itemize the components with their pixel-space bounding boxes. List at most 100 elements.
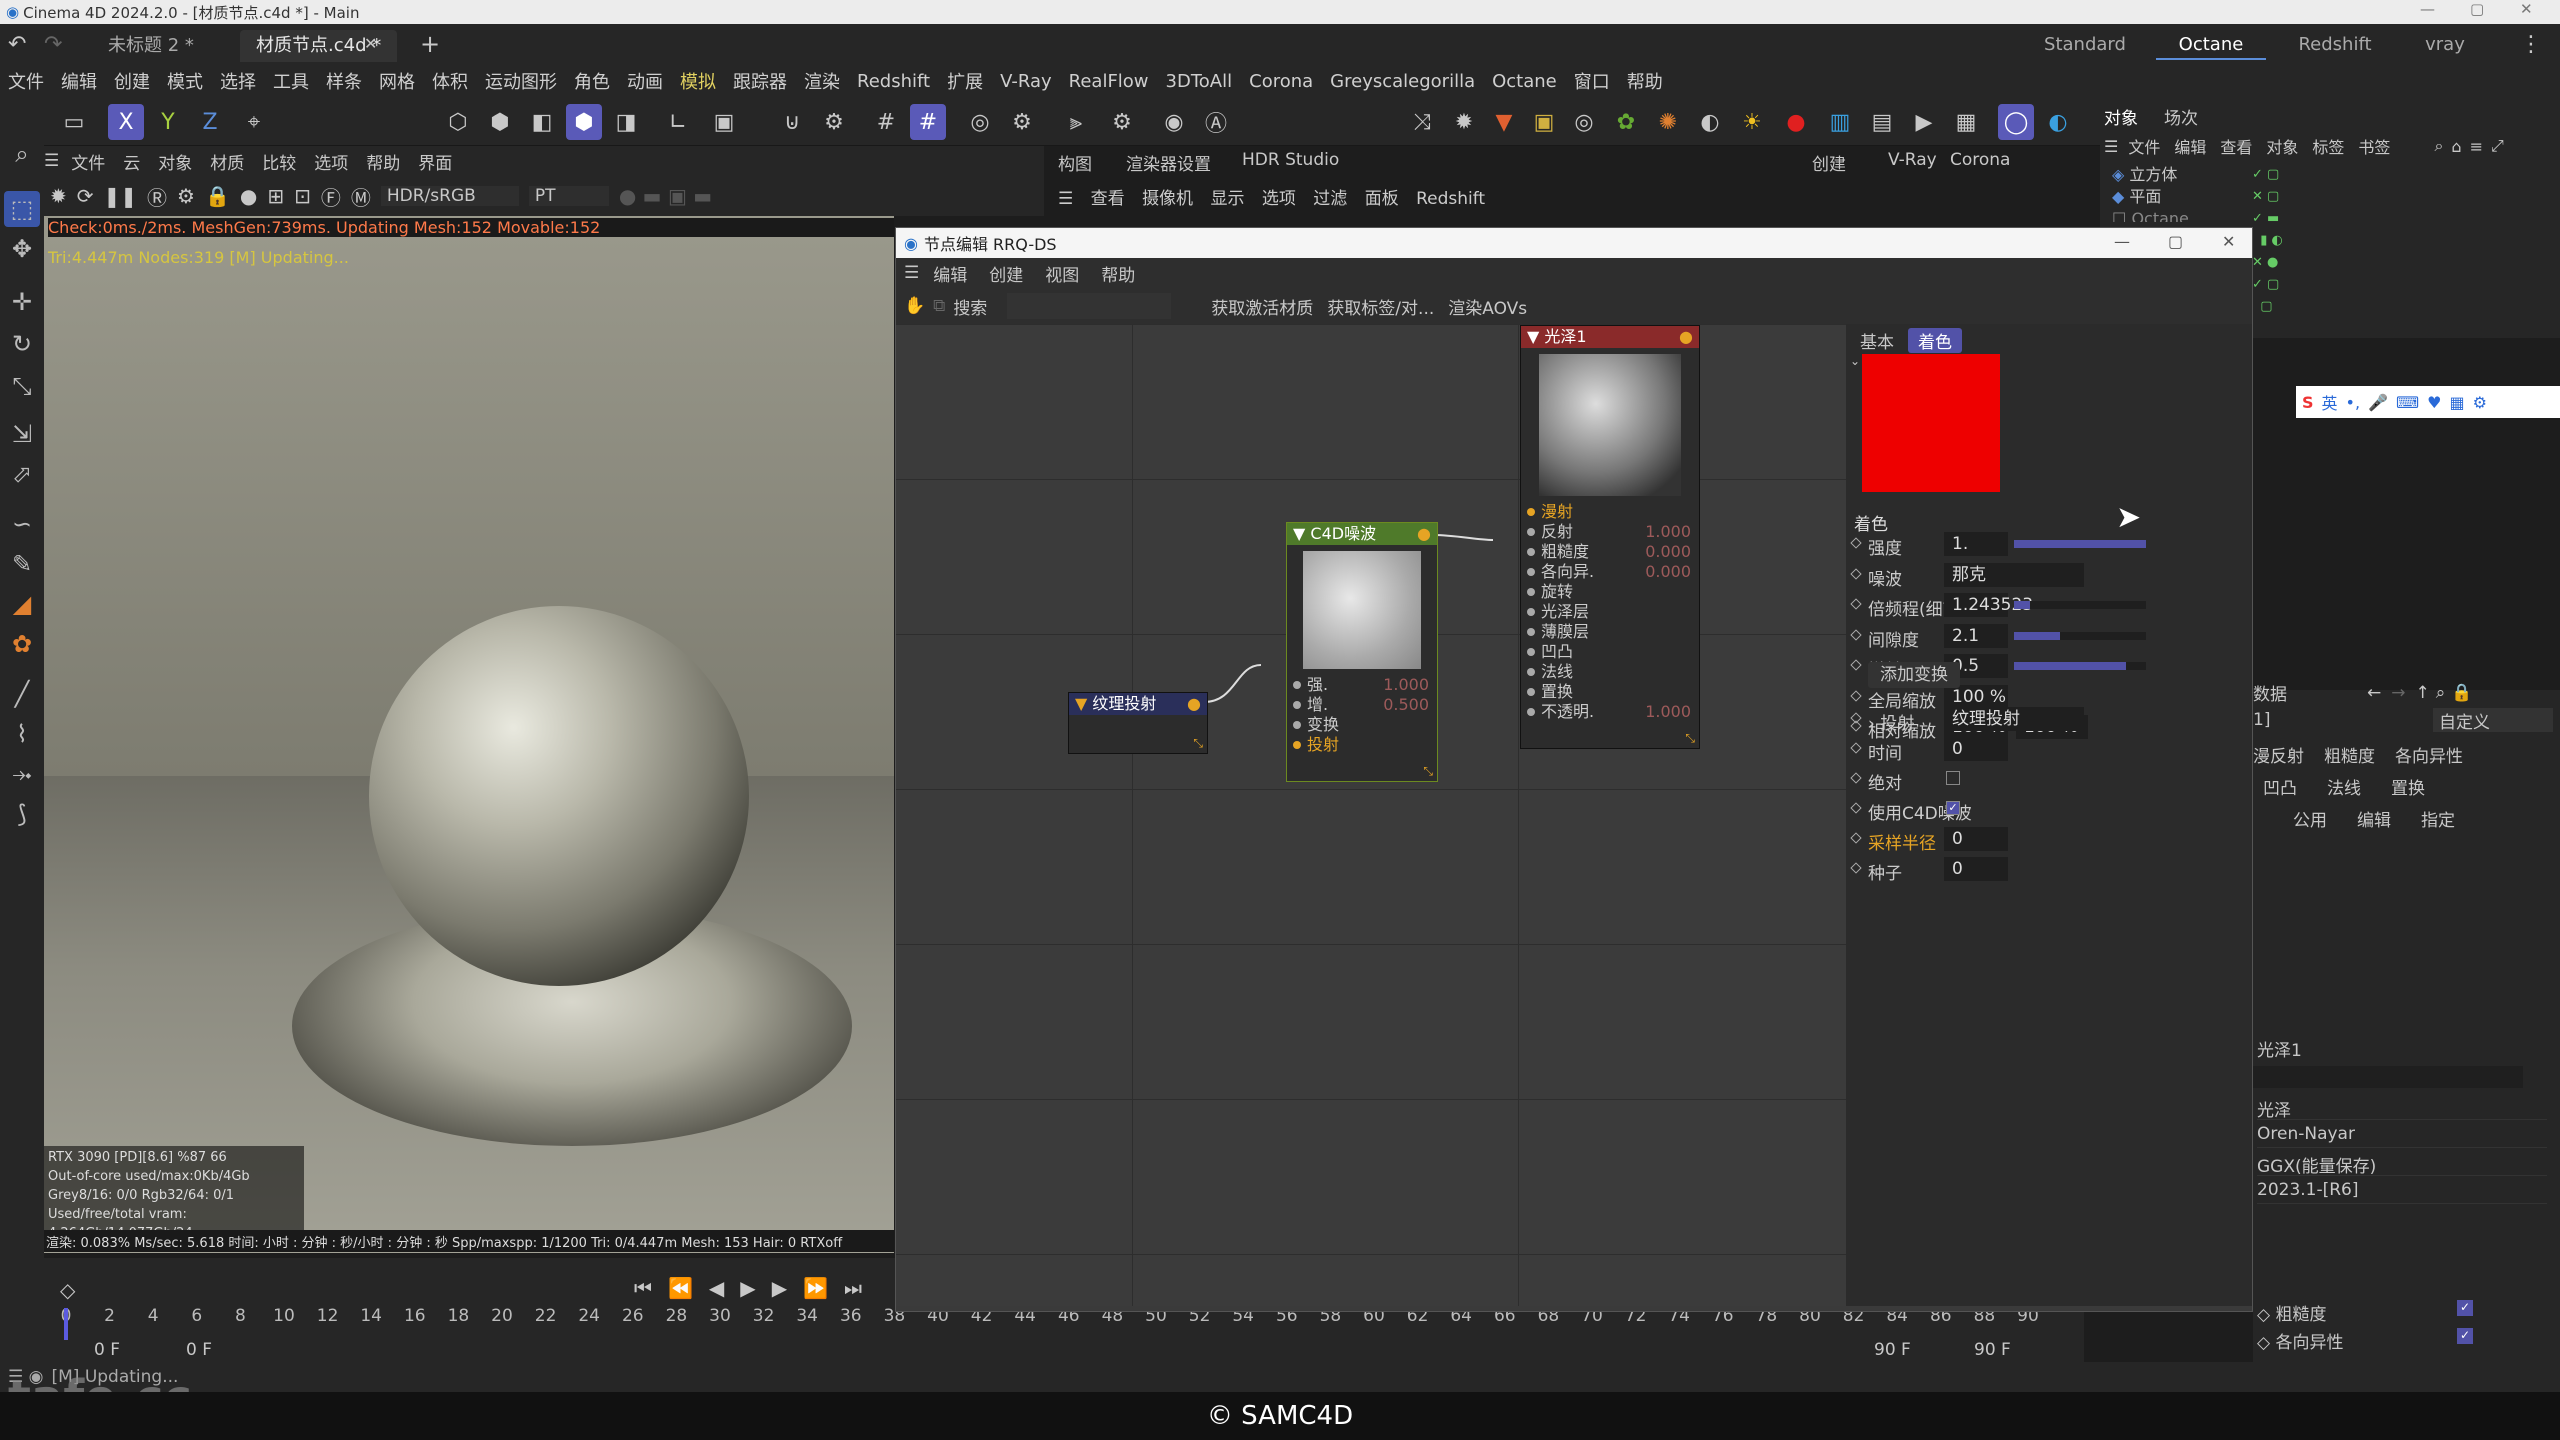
attr-btn-edit[interactable]: 编辑 [2357, 806, 2391, 831]
corona-menu[interactable]: Corona [1950, 150, 2010, 170]
vray-menu[interactable]: V-Ray [1888, 150, 1937, 170]
magnet-icon[interactable]: ⊍ [774, 104, 810, 140]
menu-item[interactable]: 模拟 [680, 68, 716, 94]
checkbox-checked-icon[interactable]: ✓ [1946, 801, 1960, 815]
octane-vdb-icon[interactable]: ◐ [1692, 104, 1728, 140]
node-port[interactable]: 旋转 [1521, 582, 1699, 602]
check-anisotropy-row[interactable]: ◇ 各向异性 ✓ [2257, 1328, 2473, 1353]
restart-render-icon[interactable]: ✹ [50, 184, 67, 208]
vp-menu-item[interactable]: 对象 [158, 149, 192, 174]
attr-btn-assign[interactable]: 指定 [2421, 806, 2455, 831]
menu-item[interactable]: 创建 [114, 68, 150, 94]
keyframe-diamond-icon[interactable] [1850, 862, 1862, 874]
ime-keyboard-icon[interactable]: ⌨ [2396, 393, 2419, 412]
spline-pen-icon[interactable]: ∽ [4, 506, 40, 542]
end-frame-field[interactable]: 90 F [1974, 1340, 2011, 1360]
resize-icon[interactable]: ⤡ [1193, 736, 1203, 751]
menu-item[interactable]: 编辑 [61, 68, 97, 94]
playhead[interactable] [64, 1308, 68, 1340]
mode-select[interactable]: PT [528, 186, 609, 206]
menu-item[interactable]: 文件 [8, 68, 44, 94]
menu-item[interactable]: 选择 [220, 68, 256, 94]
keyframe-diamond-icon[interactable] [1850, 628, 1862, 641]
obj-menu-item[interactable]: 对象 [2266, 134, 2298, 158]
sphere-icon[interactable]: ● [240, 184, 257, 208]
output-port-icon[interactable]: ● [1187, 693, 1201, 715]
minimize-button[interactable]: — [2420, 0, 2435, 18]
ne-menu-item[interactable]: 创建 [989, 261, 1023, 286]
port-value[interactable]: 0.500 [1383, 695, 1429, 715]
ne-menu-item[interactable]: 视图 [1045, 261, 1079, 286]
pause-icon[interactable]: ❚❚ [104, 184, 138, 208]
vp-menu-item[interactable]: 帮助 [366, 149, 400, 174]
x-axis-icon[interactable]: X [108, 104, 144, 140]
back-icon[interactable]: ← [2367, 683, 2381, 703]
proj-node-header[interactable]: ▼ 纹理投射 ● [1069, 693, 1207, 715]
menu-item[interactable]: RealFlow [1069, 71, 1149, 92]
ne-menu-item[interactable]: 帮助 [1101, 261, 1135, 286]
octane-live-icon[interactable]: ◯ [1998, 104, 2034, 140]
ime-menu-icon[interactable]: ▦ [2449, 393, 2464, 412]
axis-mode-icon[interactable]: ∟ [660, 104, 696, 140]
port-value[interactable]: 1.000 [1645, 522, 1691, 542]
port-value[interactable]: 1.000 [1383, 675, 1429, 695]
close-button[interactable]: ✕ [2520, 0, 2533, 18]
menu-item[interactable]: 扩展 [947, 68, 983, 94]
preview-start-field[interactable]: 0 F [186, 1340, 212, 1360]
property-slider[interactable] [2014, 631, 2146, 640]
ime-lang-icon[interactable]: 英 [2322, 390, 2338, 414]
object-row-octane[interactable]: ☐ Octane [2112, 208, 2189, 222]
keyframe-diamond-icon[interactable] [1850, 712, 1862, 724]
menu-item[interactable]: 渲染 [804, 68, 840, 94]
node-port[interactable]: 变换 [1287, 715, 1437, 735]
keyframe-diamond-icon[interactable] [1850, 659, 1862, 671]
close-button[interactable]: ✕ [2222, 232, 2235, 251]
node-port[interactable]: 法线 [1521, 662, 1699, 682]
vp-menu-item[interactable]: 云 [123, 149, 140, 174]
z-axis-icon[interactable]: Z [192, 104, 228, 140]
up-icon[interactable]: ↑ [2416, 683, 2430, 703]
node-port[interactable]: 凹凸 [1521, 642, 1699, 662]
output-port-icon[interactable]: ● [1679, 326, 1693, 348]
keyframe-diamond-icon[interactable] [1850, 802, 1862, 814]
octane-trash-icon[interactable]: ▥ [1822, 104, 1858, 140]
layout-redshift[interactable]: Redshift [2280, 30, 2390, 60]
sub-menu-item[interactable]: 摄像机 [1142, 189, 1193, 209]
maximize-button[interactable]: ▢ [2470, 0, 2484, 18]
octane-record-icon[interactable]: ● [1778, 104, 1814, 140]
workplane-icon[interactable]: # [910, 104, 946, 140]
checkbox-checked-icon[interactable]: ✓ [2457, 1300, 2473, 1316]
keyframe-diamond-icon[interactable] [1850, 598, 1862, 610]
menu-item[interactable]: Octane [1492, 71, 1557, 92]
gear-icon[interactable]: ✹ [1446, 104, 1482, 140]
octane-half-icon[interactable]: ◐ [2040, 104, 2076, 140]
colorspace-select[interactable]: HDR/sRGB [380, 186, 519, 206]
polygons-mode-icon[interactable]: ◧ [524, 104, 560, 140]
search-icon[interactable]: ⌕ [2434, 136, 2443, 156]
tab-render-settings[interactable]: 渲染器设置 [1126, 150, 1211, 175]
coordinate-system-icon[interactable]: ⌖ [236, 104, 272, 140]
keyframe-diamond-icon[interactable] [1850, 567, 1862, 580]
group-icon[interactable]: ⧉ [933, 296, 945, 316]
redo-icon[interactable]: ↷ [44, 32, 62, 57]
texture-projection-node[interactable]: ▼ 纹理投射 ● ⤡ [1068, 692, 1208, 754]
node-port[interactable]: 不透明. 1.000 [1521, 702, 1699, 722]
menu-item[interactable]: 动画 [627, 68, 663, 94]
render-settings-icon[interactable]: ⚙ [1004, 104, 1040, 140]
text-icon[interactable]: Ⓐ [1198, 104, 1234, 140]
vp-menu-item[interactable]: 选项 [314, 149, 348, 174]
layout-standard[interactable]: Standard [2030, 30, 2140, 60]
region-icon[interactable]: Ⓡ [147, 182, 167, 211]
paint-icon[interactable]: ◢ [4, 586, 40, 622]
property-value-field[interactable]: 纹理投射 [1944, 707, 2084, 731]
obj-menu-item[interactable]: 书签 [2358, 134, 2390, 158]
lock-icon[interactable]: 🔒 [205, 184, 230, 208]
shader-icon[interactable]: ◉ [1156, 104, 1192, 140]
menu-item[interactable]: Redshift [857, 71, 930, 92]
property-value-field[interactable]: 1.243523 [1944, 593, 2033, 617]
menu-item[interactable]: Corona [1249, 71, 1313, 92]
vp-menu-item[interactable]: 材质 [210, 149, 244, 174]
add-icon[interactable]: ⊞ [267, 184, 284, 208]
display-mode-icon[interactable]: ▭ [56, 104, 92, 140]
node-port[interactable]: 强. 1.000 [1287, 675, 1437, 695]
